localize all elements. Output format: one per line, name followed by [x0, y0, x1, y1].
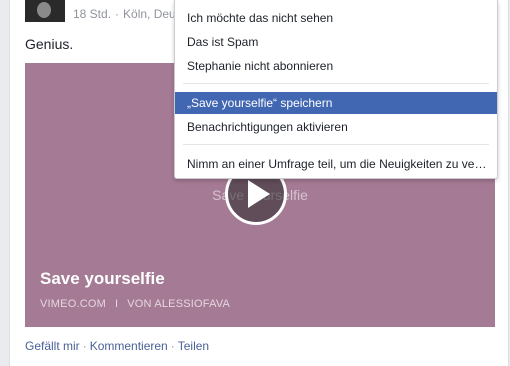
menu-item-unfollow[interactable]: Stephanie nicht abonnieren — [175, 55, 497, 77]
action-dot: · — [170, 339, 175, 353]
post-meta: 18 Std. · Köln, Deut — [73, 7, 179, 21]
post-options-menu: Ich möchte das nicht sehen Das ist Spam … — [174, 0, 498, 179]
meta-separator: · — [115, 7, 120, 21]
post-text: Genius. — [25, 36, 74, 52]
caption-divider: I — [114, 298, 119, 310]
video-source[interactable]: VIMEO.COM — [40, 298, 106, 310]
menu-item-report-spam[interactable]: Das ist Spam — [175, 31, 497, 53]
menu-item-survey[interactable]: Nimm an einer Umfrage teil, um die Neuig… — [175, 153, 497, 175]
video-title[interactable]: Save yourselfie — [40, 269, 165, 289]
play-icon — [248, 180, 270, 208]
comment-link[interactable]: Kommentieren — [90, 339, 168, 353]
post-actions: Gefällt mir · Kommentieren · Teilen — [25, 339, 209, 353]
post-location[interactable]: Köln, Deut — [123, 7, 179, 21]
post-time[interactable]: 18 Std. — [73, 7, 111, 21]
share-link[interactable]: Teilen — [178, 339, 209, 353]
like-link[interactable]: Gefällt mir — [25, 339, 80, 353]
menu-divider — [183, 144, 489, 145]
avatar[interactable] — [25, 0, 65, 22]
menu-divider — [183, 83, 489, 84]
video-author: VON ALESSIOFAVA — [127, 298, 231, 310]
action-dot: · — [82, 339, 87, 353]
menu-item-notifications[interactable]: Benachrichtigungen aktivieren — [175, 116, 497, 138]
menu-item-save[interactable]: „Save yourselfie“ speichern — [175, 92, 497, 114]
menu-item-hide-post[interactable]: Ich möchte das nicht sehen — [175, 7, 497, 29]
video-caption-meta: VIMEO.COM I VON ALESSIOFAVA — [40, 298, 230, 310]
